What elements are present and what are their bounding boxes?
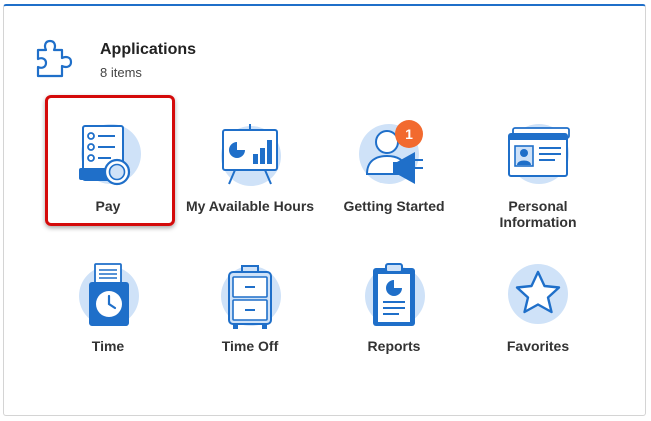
star-icon [508,264,568,324]
app-label: Getting Started [343,198,445,214]
app-label: Favorites [506,338,570,354]
items-count: 8 items [100,65,142,80]
pay-icon [79,124,141,186]
applications-title: Applications [100,41,197,58]
app-label: Personal Information [499,198,577,230]
presentation-chart-icon [221,124,281,186]
app-label: Time Off [221,338,279,354]
report-clipboard-icon [365,263,425,326]
luggage-icon [221,265,281,329]
puzzle-icon [36,39,73,78]
app-label: Time [91,338,125,354]
time-clock-icon [79,263,139,326]
app-label: Pay [95,198,121,214]
id-card-icon [508,124,570,184]
app-label: Reports [367,338,421,354]
notification-badge: 1 [395,120,423,148]
app-label: My Available Hours [185,198,315,214]
